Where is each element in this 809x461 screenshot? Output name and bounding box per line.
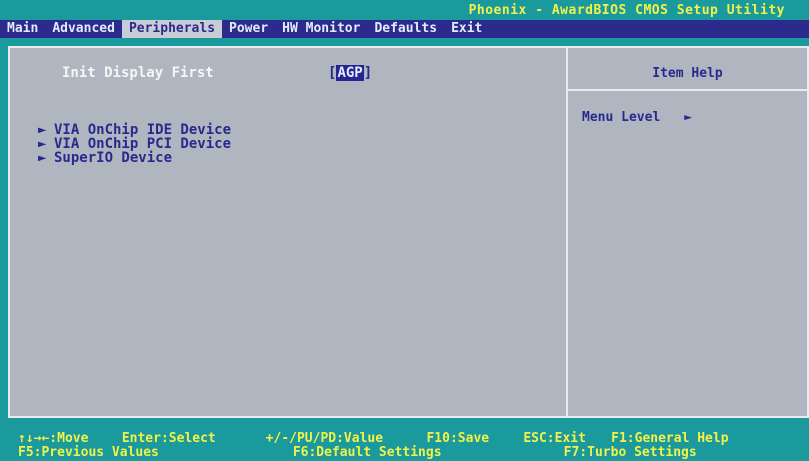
- footer-key-save: F10:Save: [426, 431, 490, 446]
- setting-value[interactable]: [AGP]: [328, 65, 372, 81]
- footer-key-select: Enter:Select: [121, 431, 216, 446]
- panel-divider: [566, 48, 568, 416]
- footer-row-1: ↑↓→←:Move Enter:Select +/-/PU/PD:Value F…: [18, 432, 729, 446]
- window-title: Phoenix - AwardBIOS CMOS Setup Utility: [468, 3, 785, 18]
- menu-hw-monitor[interactable]: HW Monitor: [275, 20, 367, 38]
- value-selected: AGP: [336, 65, 364, 81]
- setting-init-display-first[interactable]: Init Display First [AGP]: [62, 65, 372, 81]
- submenu-item-superio[interactable]: ► SuperIO Device: [38, 151, 231, 165]
- footer-key-exit: ESC:Exit: [523, 431, 586, 446]
- submenu-list: ► VIA OnChip IDE Device ► VIA OnChip PCI D…: [38, 123, 231, 165]
- help-header-divider: [568, 89, 807, 91]
- footer-key-turbo: F7:Turbo Settings: [563, 445, 697, 460]
- footer-row-2: F5:Previous Values F6:Default Settings F…: [18, 446, 697, 460]
- setting-label: Init Display First: [62, 65, 214, 81]
- settings-panel: Init Display First [AGP] ► VIA OnChip IDE…: [8, 46, 809, 418]
- footer-key-value: +/-/PU/PD:Value: [265, 431, 384, 446]
- menu-exit[interactable]: Exit: [444, 20, 489, 38]
- submenu-arrow-icon: ►: [38, 150, 47, 166]
- submenu-arrow-icon: ►: [38, 122, 47, 138]
- footer-key-move: ↑↓→←:Move: [18, 431, 89, 446]
- title-bar: Phoenix - AwardBIOS CMOS Setup Utility: [0, 0, 809, 20]
- footer-help-bar: ↑↓→←:Move Enter:Select +/-/PU/PD:Value F…: [0, 430, 809, 461]
- help-menu-level: Menu Level ►: [582, 110, 692, 125]
- menu-bar: Main Advanced Peripherals Power HW Monit…: [0, 20, 809, 38]
- menu-peripherals[interactable]: Peripherals: [121, 20, 223, 38]
- submenu-label: SuperIO Device: [54, 150, 173, 166]
- menu-level-label: Menu Level: [582, 110, 661, 125]
- submenu-item-ide[interactable]: ► VIA OnChip IDE Device: [38, 123, 231, 137]
- submenu-arrow-icon: ►: [38, 136, 47, 152]
- menu-level-arrow-icon: ►: [684, 110, 693, 125]
- menu-advanced[interactable]: Advanced: [45, 20, 122, 38]
- menu-defaults[interactable]: Defaults: [367, 20, 444, 38]
- menu-power[interactable]: Power: [222, 20, 275, 38]
- footer-key-previous: F5:Previous Values: [18, 445, 159, 460]
- footer-key-default: F6:Default Settings: [292, 445, 442, 460]
- footer-key-help: F1:General Help: [611, 431, 729, 446]
- value-bracket-close: ]: [363, 65, 373, 81]
- item-help-title: Item Help: [652, 66, 723, 81]
- submenu-item-pci[interactable]: ► VIA OnChip PCI Device: [38, 137, 231, 151]
- menu-main[interactable]: Main: [0, 20, 45, 38]
